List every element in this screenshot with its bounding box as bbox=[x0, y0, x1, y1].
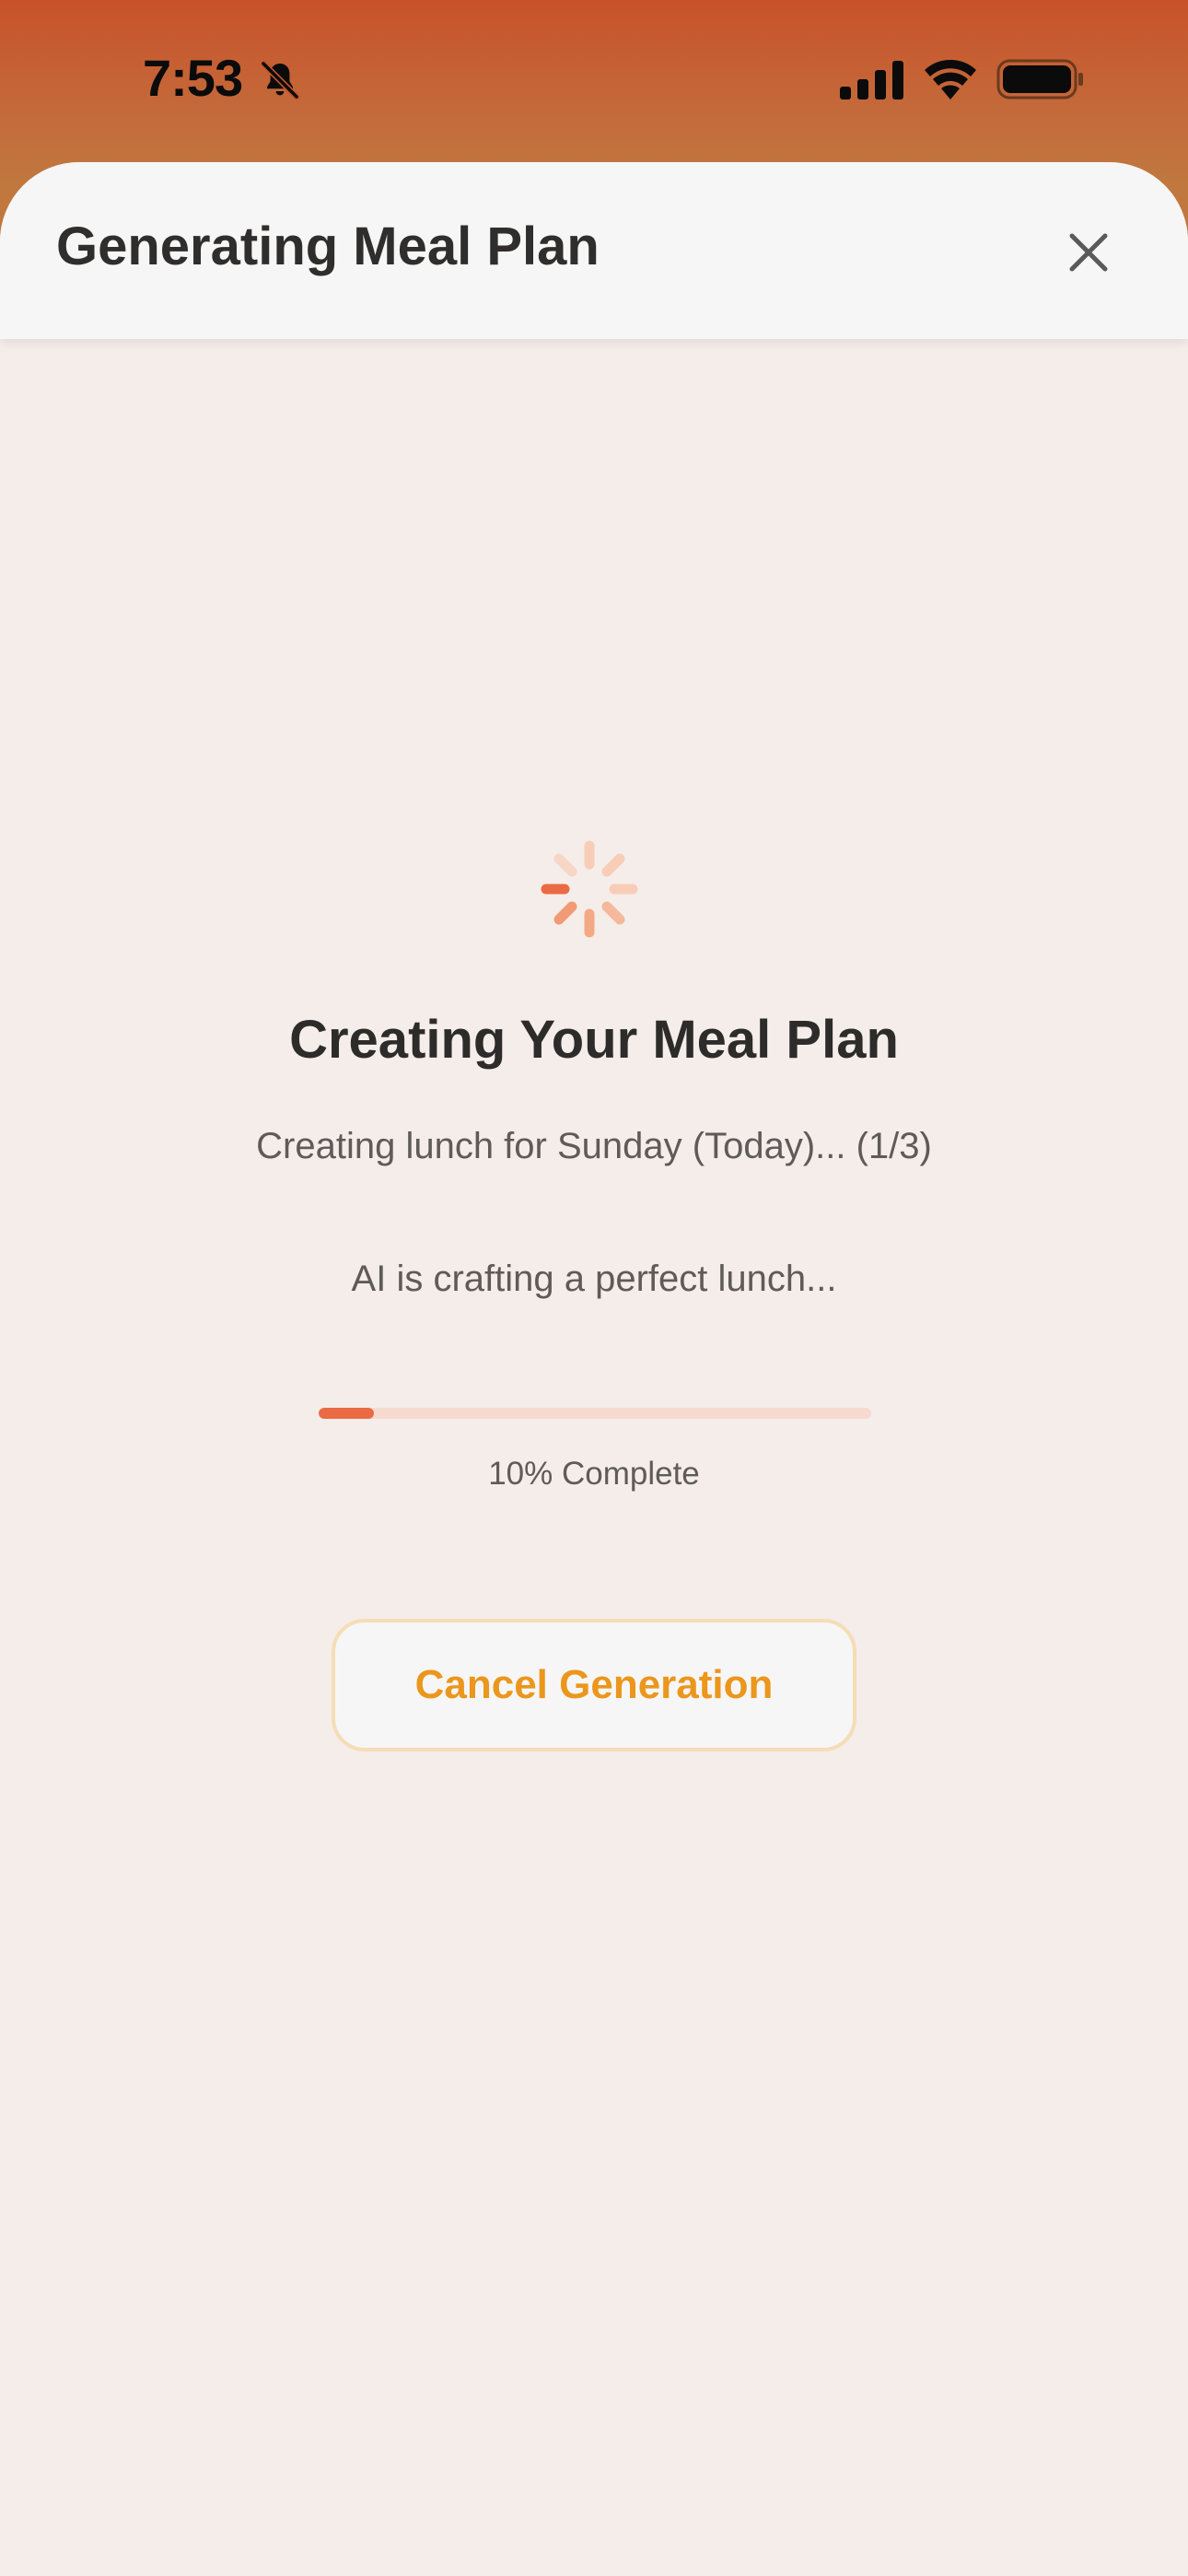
wifi-icon bbox=[925, 59, 976, 100]
status-time: 7:53 bbox=[143, 49, 243, 107]
close-icon[interactable] bbox=[1059, 223, 1118, 282]
cancel-generation-button[interactable]: Cancel Generation bbox=[332, 1619, 856, 1751]
status-bar: 7:53 bbox=[0, 0, 1188, 161]
sheet-header: Generating Meal Plan bbox=[0, 162, 1188, 339]
step-status-text: Creating lunch for Sunday (Today)... (1/… bbox=[256, 1126, 932, 1166]
bell-off-icon bbox=[260, 60, 300, 100]
signal-icon bbox=[840, 61, 903, 100]
detail-status-text: AI is crafting a perfect lunch... bbox=[351, 1259, 837, 1299]
progress-label: 10% Complete bbox=[488, 1456, 700, 1492]
spinner-icon bbox=[541, 840, 638, 938]
progress-fill bbox=[319, 1408, 374, 1419]
main-title: Creating Your Meal Plan bbox=[289, 1010, 899, 1070]
sheet-title: Generating Meal Plan bbox=[56, 217, 600, 276]
modal-sheet: Generating Meal Plan bbox=[0, 162, 1188, 2576]
progress-bar bbox=[319, 1408, 871, 1419]
battery-icon bbox=[996, 59, 1083, 100]
